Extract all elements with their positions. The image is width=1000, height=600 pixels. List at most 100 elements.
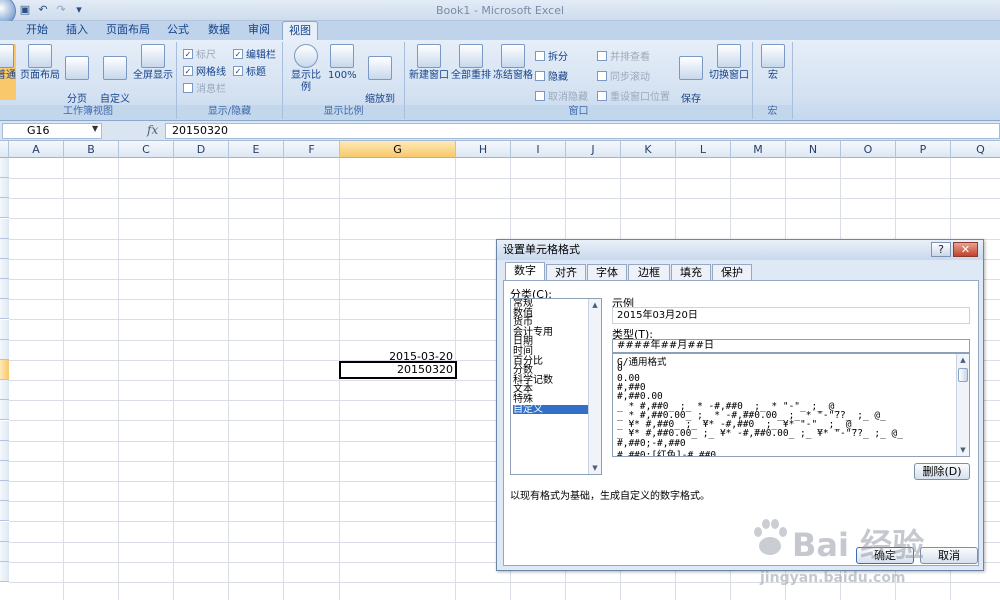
row-header[interactable] (0, 380, 9, 400)
col-header-o[interactable]: O (841, 141, 896, 158)
freeze-panes-button[interactable]: 冻结窗格 (493, 44, 533, 82)
row-header-16[interactable] (0, 360, 9, 380)
unhide-button[interactable]: 取消隐藏 (535, 88, 588, 103)
row-header[interactable] (0, 562, 9, 582)
format-scrollbar[interactable]: ▲ ▼ (956, 354, 969, 456)
category-list[interactable]: 常规 数值 货币 会计专用 日期 时间 百分比 分数 科学记数 文本 特殊 自定… (510, 298, 602, 475)
normal-view-button[interactable]: 普通 (0, 44, 16, 100)
row-header[interactable] (0, 400, 9, 420)
col-header-i[interactable]: I (511, 141, 566, 158)
cell-g16[interactable]: 20150320 (342, 363, 453, 376)
new-window-button[interactable]: 新建窗口 (409, 44, 449, 82)
type-input[interactable]: ####年##月##日 (612, 339, 970, 353)
zoom-100-button[interactable]: 100% (328, 44, 357, 82)
col-header-m[interactable]: M (731, 141, 786, 158)
col-header-e[interactable]: E (229, 141, 284, 158)
scroll-up-icon[interactable]: ▲ (589, 299, 601, 311)
col-header-q[interactable]: Q (951, 141, 1000, 158)
view-side-by-side-button[interactable]: 并排查看 (597, 48, 650, 63)
tab-home[interactable]: 开始 (20, 21, 54, 40)
tab-insert[interactable]: 插入 (60, 21, 94, 40)
col-header-l[interactable]: L (676, 141, 731, 158)
tab-alignment[interactable]: 对齐 (546, 264, 586, 280)
message-bar-checkbox[interactable]: 消息栏 (183, 80, 226, 95)
hide-button[interactable]: 隐藏 (535, 68, 568, 83)
grid-vline (228, 158, 229, 600)
reset-position-icon (597, 90, 607, 101)
category-custom[interactable]: 自定义 (513, 404, 591, 415)
col-header-f[interactable]: F (284, 141, 340, 158)
col-header-a[interactable]: A (9, 141, 64, 158)
close-icon[interactable]: ✕ (953, 242, 978, 257)
normal-view-label: 普通 (0, 70, 16, 81)
full-screen-label: 全屏显示 (133, 70, 173, 81)
row-header[interactable] (0, 239, 9, 259)
row-header[interactable] (0, 158, 9, 178)
sync-scrolling-button[interactable]: 同步滚动 (597, 68, 650, 83)
row-header[interactable] (0, 501, 9, 521)
delete-button[interactable]: 删除(D) (914, 463, 970, 480)
row-header[interactable] (0, 279, 9, 299)
headings-checkbox[interactable]: ✓ 标题 (233, 63, 266, 78)
formula-bar-checkbox[interactable]: ✓ 编辑栏 (233, 46, 276, 61)
scroll-up-icon[interactable]: ▲ (957, 354, 969, 366)
tab-number[interactable]: 数字 (505, 262, 545, 281)
col-header-k[interactable]: K (621, 141, 676, 158)
gridlines-checkbox[interactable]: ✓ 网格线 (183, 63, 226, 78)
tab-review[interactable]: 审阅 (242, 21, 276, 40)
row-header[interactable] (0, 340, 9, 360)
row-header[interactable] (0, 178, 9, 198)
col-header-c[interactable]: C (119, 141, 174, 158)
switch-windows-button[interactable]: 切换窗口 (709, 44, 749, 82)
tab-border[interactable]: 边框 (628, 264, 670, 280)
row-header[interactable] (0, 461, 9, 481)
row-header[interactable] (0, 198, 9, 218)
insert-function-icon[interactable]: fx (147, 123, 158, 137)
row-header[interactable] (0, 259, 9, 279)
formula-input[interactable]: 20150320 (165, 123, 1000, 139)
format-item[interactable]: #,##0;[红色]-#,##0 (617, 447, 716, 456)
row-header[interactable] (0, 441, 9, 461)
row-header[interactable] (0, 542, 9, 562)
row-header[interactable] (0, 522, 9, 542)
col-header-b[interactable]: B (64, 141, 119, 158)
tab-font[interactable]: 字体 (587, 264, 627, 280)
tab-formulas[interactable]: 公式 (161, 21, 195, 40)
format-code-list[interactable]: G/通用格式 0 0.00 #,##0 #,##0.00 _ * #,##0_ … (612, 353, 970, 457)
tab-data[interactable]: 数据 (202, 21, 236, 40)
zoom-button[interactable]: 显示比例 (287, 44, 325, 94)
page-layout-view-button[interactable]: 页面布局 (20, 44, 60, 82)
tab-page-layout[interactable]: 页面布局 (102, 21, 154, 40)
row-header[interactable] (0, 219, 9, 239)
col-header-g[interactable]: G (340, 141, 456, 158)
tab-protection[interactable]: 保护 (712, 264, 752, 280)
help-icon[interactable]: ? (931, 242, 951, 257)
row-header[interactable] (0, 320, 9, 340)
row-header[interactable] (0, 481, 9, 501)
format-item[interactable]: G/通用格式 (617, 354, 666, 368)
select-all-corner[interactable] (0, 141, 9, 158)
name-box[interactable]: G16 (2, 123, 102, 139)
page-layout-icon (28, 44, 52, 68)
col-header-h[interactable]: H (456, 141, 511, 158)
scroll-down-icon[interactable]: ▼ (957, 444, 969, 456)
macros-button[interactable]: 宏 (759, 44, 787, 82)
row-header[interactable] (0, 299, 9, 319)
reset-window-position-button[interactable]: 重设窗口位置 (597, 88, 670, 103)
col-header-j[interactable]: J (566, 141, 621, 158)
category-scrollbar[interactable]: ▲ ▼ (588, 299, 601, 474)
ruler-checkbox[interactable]: ✓ 标尺 (183, 46, 216, 61)
full-screen-button[interactable]: 全屏显示 (132, 44, 174, 82)
col-header-n[interactable]: N (786, 141, 841, 158)
col-header-p[interactable]: P (896, 141, 951, 158)
scroll-thumb[interactable] (958, 368, 968, 382)
name-box-dropdown-icon[interactable]: ▼ (92, 124, 98, 133)
scroll-down-icon[interactable]: ▼ (589, 462, 601, 474)
tab-fill[interactable]: 填充 (671, 264, 711, 280)
col-header-d[interactable]: D (174, 141, 229, 158)
arrange-all-button[interactable]: 全部重排 (451, 44, 491, 82)
group-workbook-views: 普通 页面布局 分页 预览 自定义 视图 全屏显示 工作簿视图 (0, 42, 177, 119)
tab-view[interactable]: 视图 (282, 21, 318, 40)
row-header[interactable] (0, 421, 9, 441)
split-button[interactable]: 拆分 (535, 48, 568, 63)
